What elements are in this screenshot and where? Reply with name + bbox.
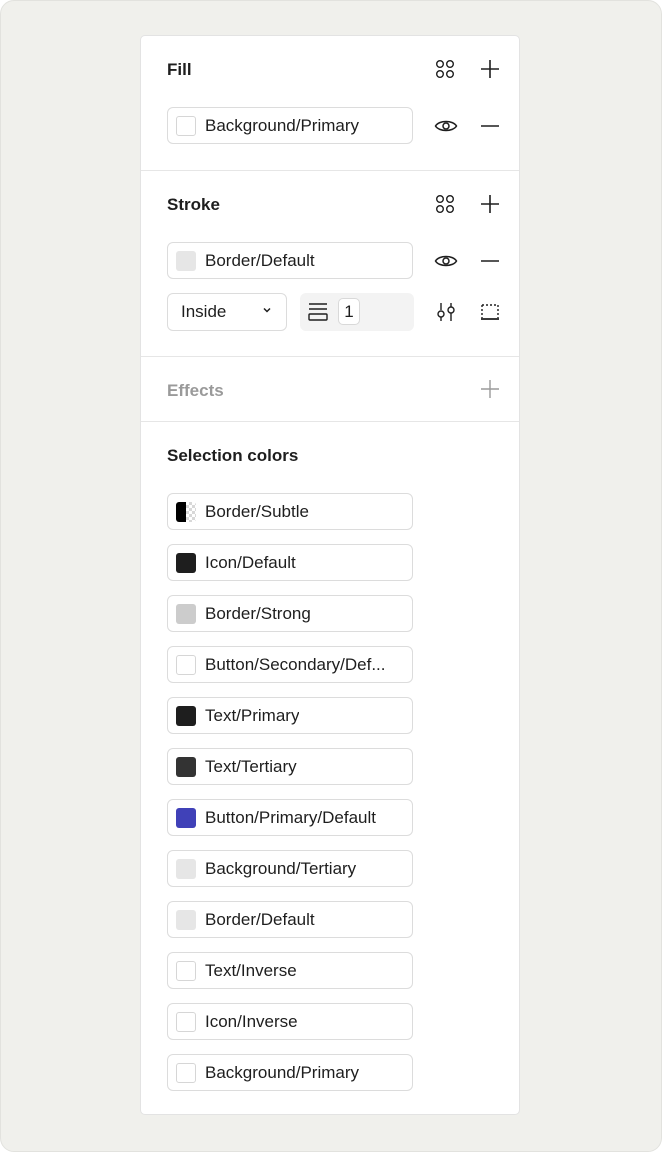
fill-style-label: Background/Primary xyxy=(205,115,360,135)
selection-color-item[interactable]: Text/Tertiary xyxy=(167,748,413,785)
selection-color-item[interactable]: Text/Inverse xyxy=(167,952,413,989)
selection-color-swatch[interactable] xyxy=(176,1011,196,1032)
fill-title: Fill xyxy=(167,60,192,79)
effects-title: Effects xyxy=(167,381,224,400)
selection-color-label: Border/Default xyxy=(205,909,315,929)
selection-color-item[interactable]: Icon/Inverse xyxy=(167,1003,413,1040)
selection-color-swatch[interactable] xyxy=(176,705,196,726)
stroke-title: Stroke xyxy=(167,195,220,214)
selection-color-item[interactable]: Icon/Default xyxy=(167,544,413,581)
chevron-down-icon xyxy=(263,307,271,313)
stroke-weight-input[interactable]: 1 xyxy=(338,298,360,325)
effects-plus-icon[interactable] xyxy=(476,375,504,403)
selection-color-item[interactable]: Text/Primary xyxy=(167,697,413,734)
selection-color-item[interactable]: Button/Primary/Default xyxy=(167,799,413,836)
selection-color-label: Background/Tertiary xyxy=(205,858,357,878)
stroke-style-label: Border/Default xyxy=(205,250,315,270)
fill-styles-icon[interactable] xyxy=(431,55,459,83)
selection-color-label: Border/Subtle xyxy=(205,501,309,521)
selection-color-item[interactable]: Button/Secondary/Def... xyxy=(167,646,413,683)
selection-color-swatch[interactable] xyxy=(176,603,196,624)
selection-color-swatch[interactable] xyxy=(176,654,196,675)
selection-color-item[interactable]: Border/Subtle xyxy=(167,493,413,530)
selection-color-item[interactable]: Border/Strong xyxy=(167,595,413,632)
selection-color-swatch[interactable] xyxy=(176,960,196,981)
stroke-position-value: Inside xyxy=(181,302,227,321)
stroke-settings-icon[interactable] xyxy=(432,298,460,326)
stroke-weight-icon xyxy=(308,303,328,321)
selection-color-swatch[interactable] xyxy=(176,807,196,828)
selection-color-swatch[interactable] xyxy=(176,1062,196,1083)
fill-minus-icon[interactable] xyxy=(476,112,504,140)
selection-color-swatch[interactable] xyxy=(176,909,196,930)
selection-color-label: Button/Primary/Default xyxy=(205,807,377,827)
selection-color-label: Background/Primary xyxy=(205,1062,360,1082)
selection-colors-section: Selection colors Border/Subtle Icon/Defau… xyxy=(141,422,519,1112)
stroke-style-pill[interactable]: Border/Default xyxy=(167,242,413,279)
stroke-eye-icon[interactable] xyxy=(432,247,460,275)
fill-plus-icon[interactable] xyxy=(476,55,504,83)
effects-section: Effects xyxy=(141,357,519,422)
selection-color-swatch[interactable] xyxy=(176,552,196,573)
stroke-position-select[interactable]: Inside xyxy=(167,293,287,331)
selection-color-label: Icon/Default xyxy=(205,552,296,572)
selection-color-label: Border/Strong xyxy=(205,603,311,623)
stroke-weight-field[interactable]: 1 xyxy=(300,293,414,331)
stroke-minus-icon[interactable] xyxy=(476,247,504,275)
selection-color-item[interactable]: Background/Tertiary xyxy=(167,850,413,887)
selection-color-label: Icon/Inverse xyxy=(205,1011,298,1031)
selection-color-swatch[interactable] xyxy=(176,858,196,879)
selection-colors-title: Selection colors xyxy=(167,446,299,465)
stroke-styles-icon[interactable] xyxy=(431,190,459,218)
selection-color-label: Button/Secondary/Def... xyxy=(205,654,386,674)
stroke-plus-icon[interactable] xyxy=(476,190,504,218)
stroke-swatch[interactable] xyxy=(176,250,196,271)
selection-color-item[interactable]: Border/Default xyxy=(167,901,413,938)
selection-color-swatch[interactable] xyxy=(176,501,196,522)
fill-swatch[interactable] xyxy=(176,115,196,136)
selection-color-label: Text/Inverse xyxy=(205,960,297,980)
stroke-sides-icon[interactable] xyxy=(476,298,504,326)
stroke-section: Stroke Border/Default Inside 1 xyxy=(141,171,519,357)
selection-color-label: Text/Primary xyxy=(205,705,300,725)
fill-section: Fill Background/Primary xyxy=(141,36,519,171)
design-properties-panel: Fill Background/Primary Stroke Border/De… xyxy=(140,35,520,1115)
selection-color-item[interactable]: Background/Primary xyxy=(167,1054,413,1091)
fill-style-pill[interactable]: Background/Primary xyxy=(167,107,413,144)
fill-eye-icon[interactable] xyxy=(432,112,460,140)
selection-color-label: Text/Tertiary xyxy=(205,756,297,776)
selection-color-swatch[interactable] xyxy=(176,756,196,777)
